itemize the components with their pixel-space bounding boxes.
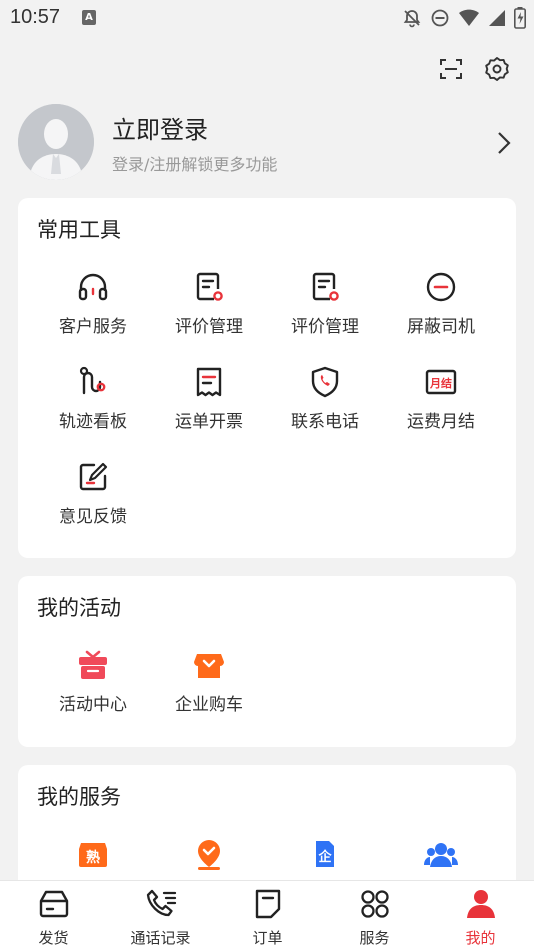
feedback-icon <box>79 462 108 491</box>
tool-review-management-2[interactable]: 评价管理 <box>267 270 383 337</box>
status-time: 10:57 <box>10 6 61 28</box>
tool-label: 运费月结 <box>407 412 475 432</box>
enterprise-badge: 企 <box>317 849 332 865</box>
enterprise-car-purchase[interactable]: 企业购车 <box>151 648 267 715</box>
grid-icon <box>360 890 389 918</box>
tab-call-log[interactable]: 通话记录 <box>107 887 214 948</box>
review-icon <box>196 272 223 301</box>
activities-card: 我的活动 活动中心 企业购车 <box>18 576 516 747</box>
tab-mine[interactable]: 我的 <box>427 887 534 948</box>
tab-orders[interactable]: 订单 <box>214 887 321 948</box>
dnd-icon <box>431 9 449 27</box>
tool-track-board[interactable]: 轨迹看板 <box>35 365 151 432</box>
mute-bell-icon <box>403 10 421 28</box>
tool-label: 评价管理 <box>291 317 359 337</box>
status-icons <box>402 7 526 29</box>
tool-review-management[interactable]: 评价管理 <box>151 270 267 337</box>
call-log-icon <box>146 889 176 917</box>
tab-label: 通话记录 <box>130 929 191 947</box>
group-icon <box>424 843 458 867</box>
headset-icon <box>78 273 108 301</box>
tool-label: 轨迹看板 <box>59 412 127 432</box>
tool-label: 客户服务 <box>59 317 127 337</box>
box-icon <box>39 890 68 918</box>
tool-monthly-freight[interactable]: 月结 运费月结 <box>383 365 499 432</box>
service-familiar-driver[interactable]: 熟 <box>35 837 151 871</box>
activity-label: 企业购车 <box>175 695 243 715</box>
service-location[interactable] <box>151 837 267 871</box>
app-notification-icon: A <box>82 10 96 25</box>
service-enterprise[interactable]: 企 <box>267 837 383 871</box>
tab-ship[interactable]: 发货 <box>0 887 107 948</box>
tool-label: 屏蔽司机 <box>407 317 475 337</box>
phone-shield-icon <box>311 366 339 398</box>
activity-center[interactable]: 活动中心 <box>35 648 151 715</box>
tab-label: 订单 <box>252 929 283 947</box>
wifi-icon <box>459 9 479 26</box>
tool-label: 联系电话 <box>291 412 359 432</box>
monthly-badge: 月结 <box>429 376 452 390</box>
login-title[interactable]: 立即登录 <box>112 110 208 145</box>
signal-icon <box>489 10 505 26</box>
monthly-icon: 月结 <box>425 369 457 395</box>
order-icon <box>255 889 280 919</box>
tools-card: 常用工具 客户服务 评价管理 评价管理 屏蔽司机 轨迹看板 运单开票 联系电话 … <box>18 198 516 558</box>
user-icon <box>466 890 495 918</box>
top-actions <box>438 56 510 82</box>
activities-title: 我的活动 <box>37 596 121 620</box>
gear-icon[interactable] <box>484 56 510 82</box>
tab-label: 服务 <box>359 929 390 947</box>
invoice-icon <box>196 367 222 397</box>
review-icon <box>312 272 339 301</box>
tab-label: 发货 <box>38 929 69 947</box>
battery-icon <box>514 7 526 29</box>
gift-icon <box>79 650 107 679</box>
familiar-icon: 熟 <box>79 843 107 867</box>
bottom-tab-bar: 发货 通话记录 订单 服务 我的 <box>0 880 534 951</box>
shop-icon <box>194 654 224 678</box>
tool-contact-phone[interactable]: 联系电话 <box>267 365 383 432</box>
enterprise-icon: 企 <box>316 841 334 867</box>
location-icon <box>198 840 220 870</box>
track-icon <box>79 366 106 395</box>
scan-icon[interactable] <box>438 56 464 82</box>
activity-label: 活动中心 <box>59 695 127 715</box>
chevron-right-icon[interactable] <box>496 130 512 156</box>
tab-label: 我的 <box>465 929 496 947</box>
services-title: 我的服务 <box>37 785 121 809</box>
tools-title: 常用工具 <box>37 218 121 242</box>
tool-label: 运单开票 <box>175 412 243 432</box>
tool-waybill-invoice[interactable]: 运单开票 <box>151 365 267 432</box>
default-avatar-icon <box>18 104 94 180</box>
tab-services[interactable]: 服务 <box>321 887 428 948</box>
avatar[interactable] <box>18 104 94 180</box>
tool-label: 意见反馈 <box>59 507 127 527</box>
tool-block-driver[interactable]: 屏蔽司机 <box>383 270 499 337</box>
familiar-badge: 熟 <box>86 849 100 866</box>
tool-label: 评价管理 <box>175 317 243 337</box>
login-profile[interactable]: 立即登录 登录/注册解锁更多功能 <box>18 104 516 180</box>
tool-customer-service[interactable]: 客户服务 <box>35 270 151 337</box>
tool-feedback[interactable]: 意见反馈 <box>35 460 151 527</box>
service-group[interactable] <box>383 837 499 871</box>
login-subtitle: 登录/注册解锁更多功能 <box>112 155 278 174</box>
status-bar: 10:57 A <box>0 0 534 38</box>
block-icon <box>426 272 456 302</box>
